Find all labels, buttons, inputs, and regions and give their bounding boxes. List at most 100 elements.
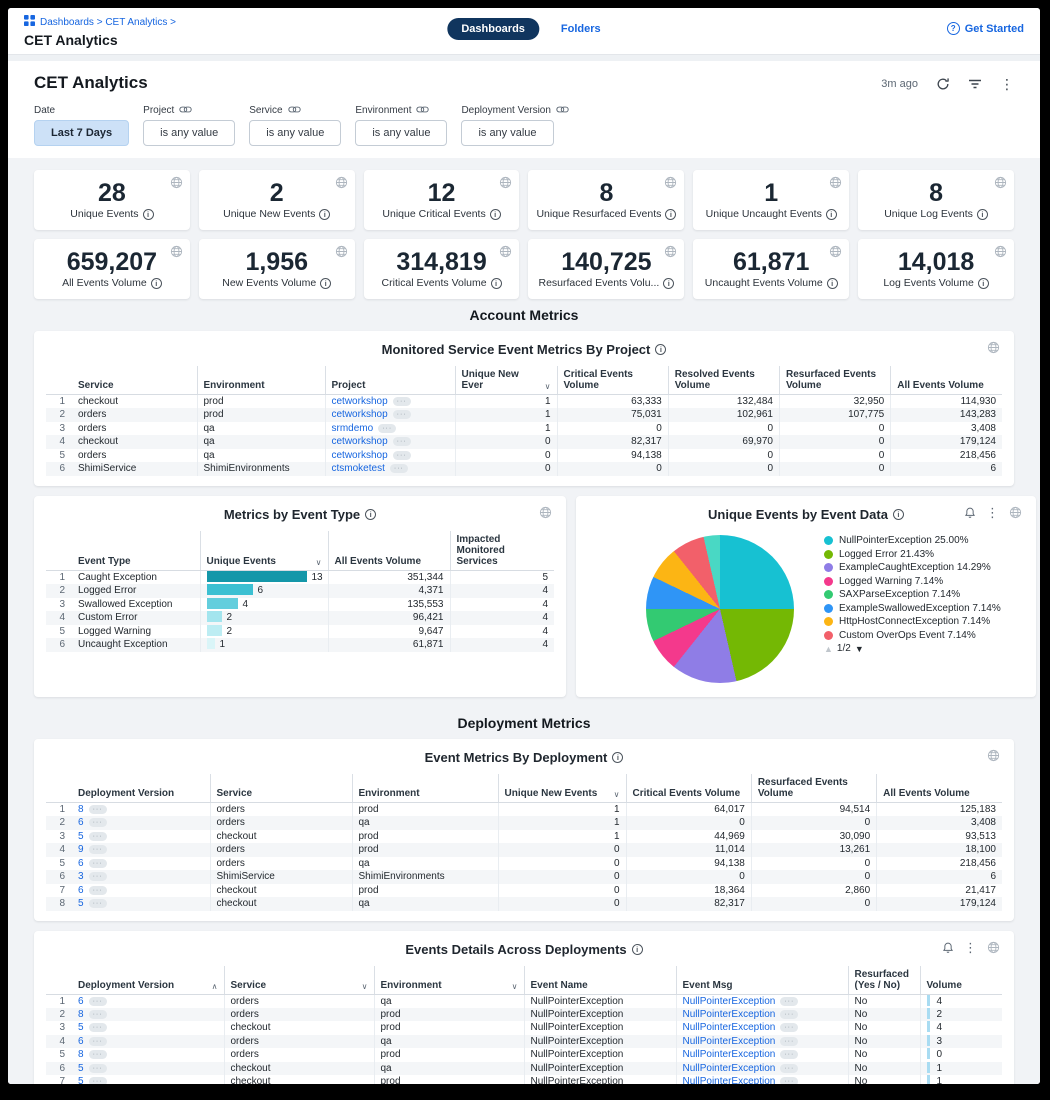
table-row[interactable]: 58···ordersprodNullPointerExceptionNullP… xyxy=(46,1048,1002,1062)
more-badge[interactable]: ··· xyxy=(89,997,107,1006)
info-icon[interactable]: i xyxy=(632,944,643,955)
more-badge[interactable]: ··· xyxy=(89,1077,107,1084)
cell-link[interactable]: NullPointerException xyxy=(683,1049,776,1060)
globe-icon[interactable] xyxy=(499,245,512,263)
sort-desc-icon[interactable]: ∨ xyxy=(362,982,368,991)
column-header[interactable]: Critical Events Volume xyxy=(557,366,668,395)
more-badge[interactable]: ··· xyxy=(89,1050,107,1059)
cell-link[interactable]: 5 xyxy=(78,898,84,909)
filter-value-button[interactable]: is any value xyxy=(143,120,235,146)
more-badge[interactable]: ··· xyxy=(89,845,107,854)
filter-value-button[interactable]: Last 7 Days xyxy=(34,120,129,146)
table-row[interactable]: 4Custom Error296,4214 xyxy=(46,611,554,625)
column-header[interactable]: Resurfaced Events Volume xyxy=(751,774,876,803)
column-header[interactable]: Unique New Events∨ xyxy=(498,774,626,803)
more-badge[interactable]: ··· xyxy=(89,818,107,827)
globe-icon[interactable] xyxy=(987,749,1000,762)
table-row[interactable]: 2ordersprodcetworkshop···175,031102,9611… xyxy=(46,408,1002,422)
cell-link[interactable]: 5 xyxy=(78,831,84,842)
more-badge[interactable]: ··· xyxy=(780,1064,798,1073)
cell-link[interactable]: 8 xyxy=(78,1049,84,1060)
more-badge[interactable]: ··· xyxy=(89,805,107,814)
breadcrumb-text[interactable]: Dashboards > CET Analytics > xyxy=(40,17,176,28)
filter-value-button[interactable]: is any value xyxy=(461,120,553,146)
cell-link[interactable]: 6 xyxy=(78,858,84,869)
table-row[interactable]: 6Uncaught Exception161,8714 xyxy=(46,638,554,652)
more-options-icon[interactable]: ⋮ xyxy=(986,507,999,518)
cell-link[interactable]: 6 xyxy=(78,996,84,1007)
cell-link[interactable]: 8 xyxy=(78,1009,84,1020)
more-badge[interactable]: ··· xyxy=(780,1077,798,1084)
more-badge[interactable]: ··· xyxy=(393,410,411,419)
column-header[interactable]: Service xyxy=(72,366,197,395)
table-row[interactable]: 18···ordersprod164,01794,514125,183 xyxy=(46,803,1002,817)
cell-link[interactable]: ctsmoketest xyxy=(332,463,385,474)
more-badge[interactable]: ··· xyxy=(393,451,411,460)
cell-link[interactable]: cetworkshop xyxy=(332,436,388,447)
info-icon[interactable]: i xyxy=(893,509,904,520)
table-row[interactable]: 46···ordersqaNullPointerExceptionNullPoi… xyxy=(46,1035,1002,1049)
filter-icon[interactable] xyxy=(968,78,982,90)
table-row[interactable]: 56···ordersqa094,1380218,456 xyxy=(46,857,1002,871)
cell-link[interactable]: 5 xyxy=(78,1063,84,1074)
sort-desc-icon[interactable]: ∨ xyxy=(316,558,322,567)
info-icon[interactable]: i xyxy=(612,752,623,763)
info-icon[interactable]: i xyxy=(977,209,988,220)
table-row[interactable]: 75···checkoutprodNullPointerExceptionNul… xyxy=(46,1075,1002,1084)
globe-icon[interactable] xyxy=(994,176,1007,194)
column-header[interactable]: Deployment Version∧ xyxy=(72,966,224,995)
refresh-icon[interactable] xyxy=(936,77,950,91)
globe-icon[interactable] xyxy=(829,245,842,263)
cell-link[interactable]: 6 xyxy=(78,817,84,828)
column-header[interactable]: All Events Volume xyxy=(328,531,450,571)
globe-icon[interactable] xyxy=(664,176,677,194)
apps-grid-icon[interactable] xyxy=(24,15,35,29)
legend-item[interactable]: Logged Error 21.43% xyxy=(824,549,1024,561)
cell-link[interactable]: NullPointerException xyxy=(683,996,776,1007)
column-header[interactable]: Unique New Ever∨ xyxy=(455,366,557,395)
more-badge[interactable]: ··· xyxy=(89,886,107,895)
cell-link[interactable]: 3 xyxy=(78,871,84,882)
info-icon[interactable]: i xyxy=(490,209,501,220)
column-header[interactable]: Event Type xyxy=(72,531,200,571)
more-badge[interactable]: ··· xyxy=(780,1023,798,1032)
tab-folders[interactable]: Folders xyxy=(561,23,601,35)
info-icon[interactable]: i xyxy=(151,278,162,289)
column-header[interactable]: Environment∨ xyxy=(374,966,524,995)
more-badge[interactable]: ··· xyxy=(89,1037,107,1046)
more-badge[interactable]: ··· xyxy=(780,1037,798,1046)
bell-icon[interactable] xyxy=(964,506,976,519)
cell-link[interactable]: srmdemo xyxy=(332,423,374,434)
column-header[interactable]: Service∨ xyxy=(224,966,374,995)
column-header[interactable]: All Events Volume xyxy=(877,774,1002,803)
column-header[interactable]: Event Msg xyxy=(676,966,848,995)
table-row[interactable]: 49···ordersprod011,01413,26118,100 xyxy=(46,843,1002,857)
tab-dashboards[interactable]: Dashboards xyxy=(447,18,539,40)
cell-link[interactable]: 6 xyxy=(78,885,84,896)
table-row[interactable]: 6ShimiServiceShimiEnvironmentsctsmoketes… xyxy=(46,462,1002,476)
more-badge[interactable]: ··· xyxy=(89,1010,107,1019)
sort-desc-icon[interactable]: ∨ xyxy=(512,982,518,991)
filter-value-button[interactable]: is any value xyxy=(249,120,341,146)
globe-icon[interactable] xyxy=(170,176,183,194)
cell-link[interactable]: NullPointerException xyxy=(683,1063,776,1074)
table-row[interactable]: 4checkoutqacetworkshop···082,31769,97001… xyxy=(46,435,1002,449)
column-header[interactable]: Event Name xyxy=(524,966,676,995)
column-header[interactable]: Volume xyxy=(920,966,1002,995)
more-badge[interactable]: ··· xyxy=(89,1064,107,1073)
get-started-link[interactable]: ? Get Started xyxy=(947,22,1024,35)
cell-link[interactable]: 6 xyxy=(78,1036,84,1047)
more-badge[interactable]: ··· xyxy=(780,997,798,1006)
cell-link[interactable]: cetworkshop xyxy=(332,396,388,407)
more-badge[interactable]: ··· xyxy=(89,872,107,881)
bell-icon[interactable] xyxy=(942,941,954,954)
cell-link[interactable]: NullPointerException xyxy=(683,1036,776,1047)
globe-icon[interactable] xyxy=(539,506,552,519)
info-icon[interactable]: i xyxy=(491,278,502,289)
pie-chart[interactable] xyxy=(646,535,794,683)
column-header[interactable]: Resurfaced(Yes / No) xyxy=(848,966,920,995)
table-row[interactable]: 1checkoutprodcetworkshop···163,333132,48… xyxy=(46,395,1002,409)
table-row[interactable]: 76···checkoutprod018,3642,86021,417 xyxy=(46,884,1002,898)
cell-link[interactable]: 5 xyxy=(78,1076,84,1084)
cell-link[interactable]: cetworkshop xyxy=(332,450,388,461)
